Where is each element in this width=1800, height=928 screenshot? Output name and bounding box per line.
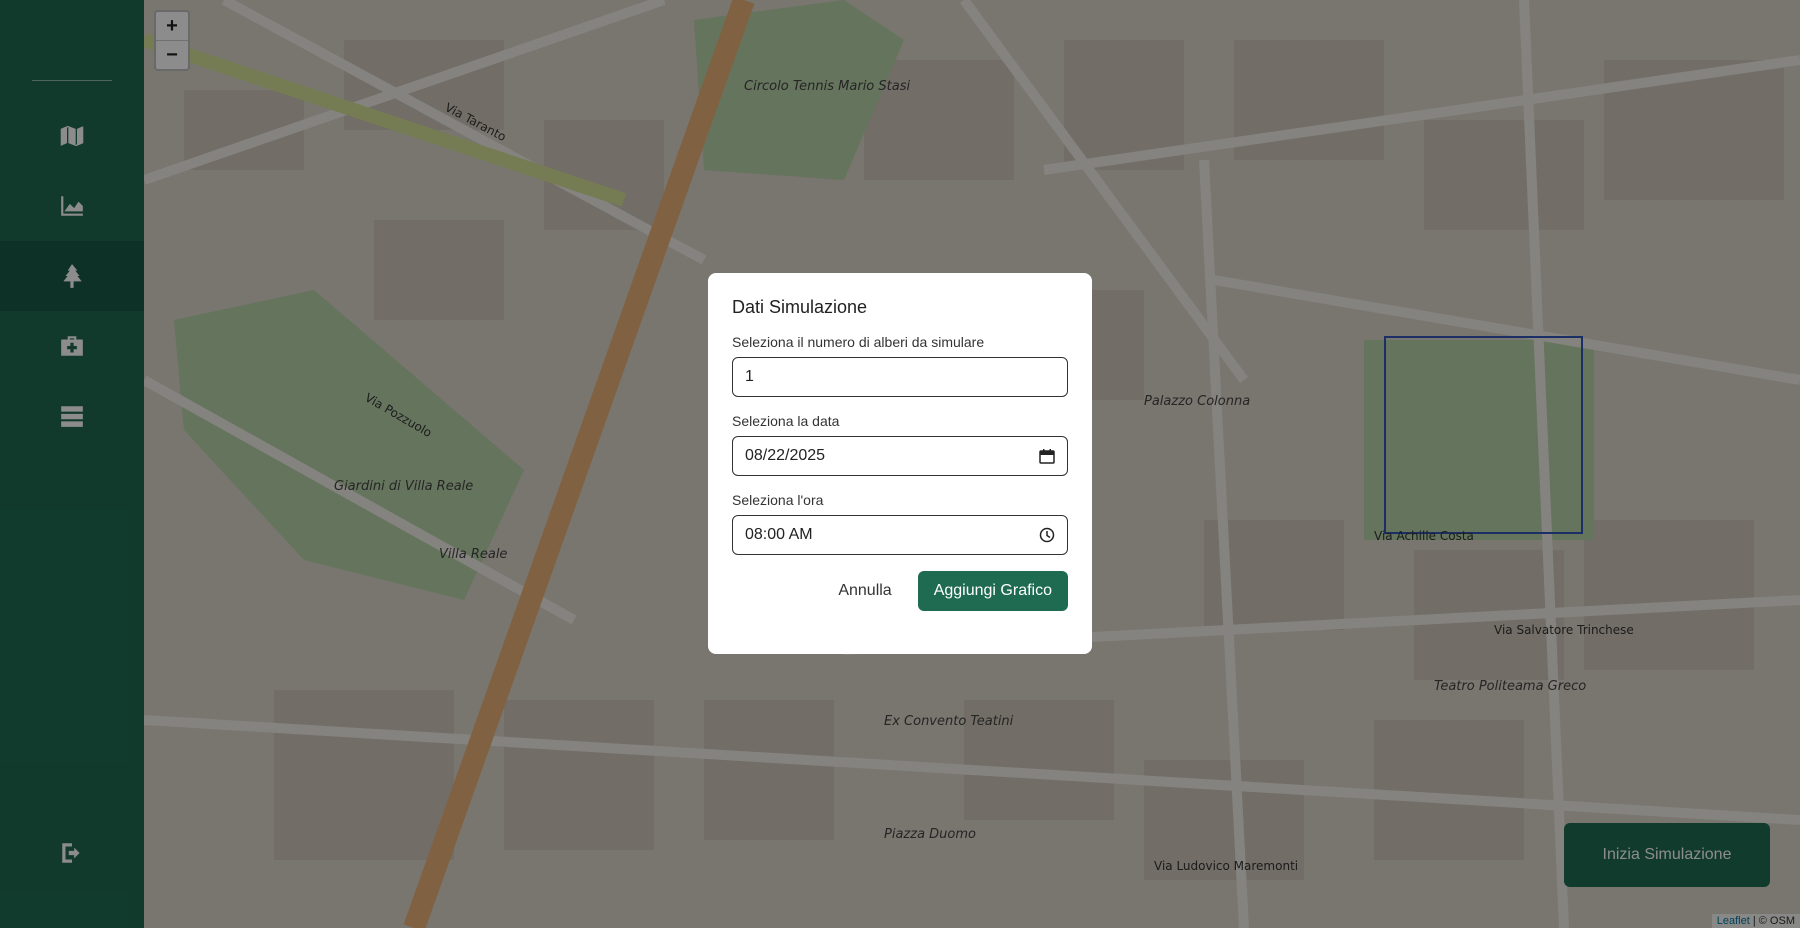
date-value: 08/22/2025 xyxy=(745,447,826,464)
start-simulation-button[interactable]: Inizia Simulazione xyxy=(1564,823,1770,887)
date-label: Seleziona la data xyxy=(732,413,840,429)
trees-count-value: 1 xyxy=(745,368,754,385)
simulation-dialog: Dati Simulazione Seleziona il numero di … xyxy=(708,273,1092,654)
time-input[interactable]: 08:00 AM xyxy=(732,515,1068,555)
add-chart-button[interactable]: Aggiungi Grafico xyxy=(917,571,1068,611)
calendar-icon[interactable] xyxy=(1039,448,1055,464)
dialog-actions: Annulla Aggiungi Grafico xyxy=(732,571,1068,611)
time-label: Seleziona l'ora xyxy=(732,492,824,508)
cancel-button[interactable]: Annulla xyxy=(822,574,907,608)
trees-count-label: Seleziona il numero di alberi da simular… xyxy=(732,334,985,350)
trees-count-input[interactable]: 1 xyxy=(732,357,1068,397)
dialog-title: Dati Simulazione xyxy=(732,297,868,317)
time-value: 08:00 AM xyxy=(745,526,813,543)
clock-icon[interactable] xyxy=(1039,527,1055,543)
date-input[interactable]: 08/22/2025 xyxy=(732,436,1068,476)
